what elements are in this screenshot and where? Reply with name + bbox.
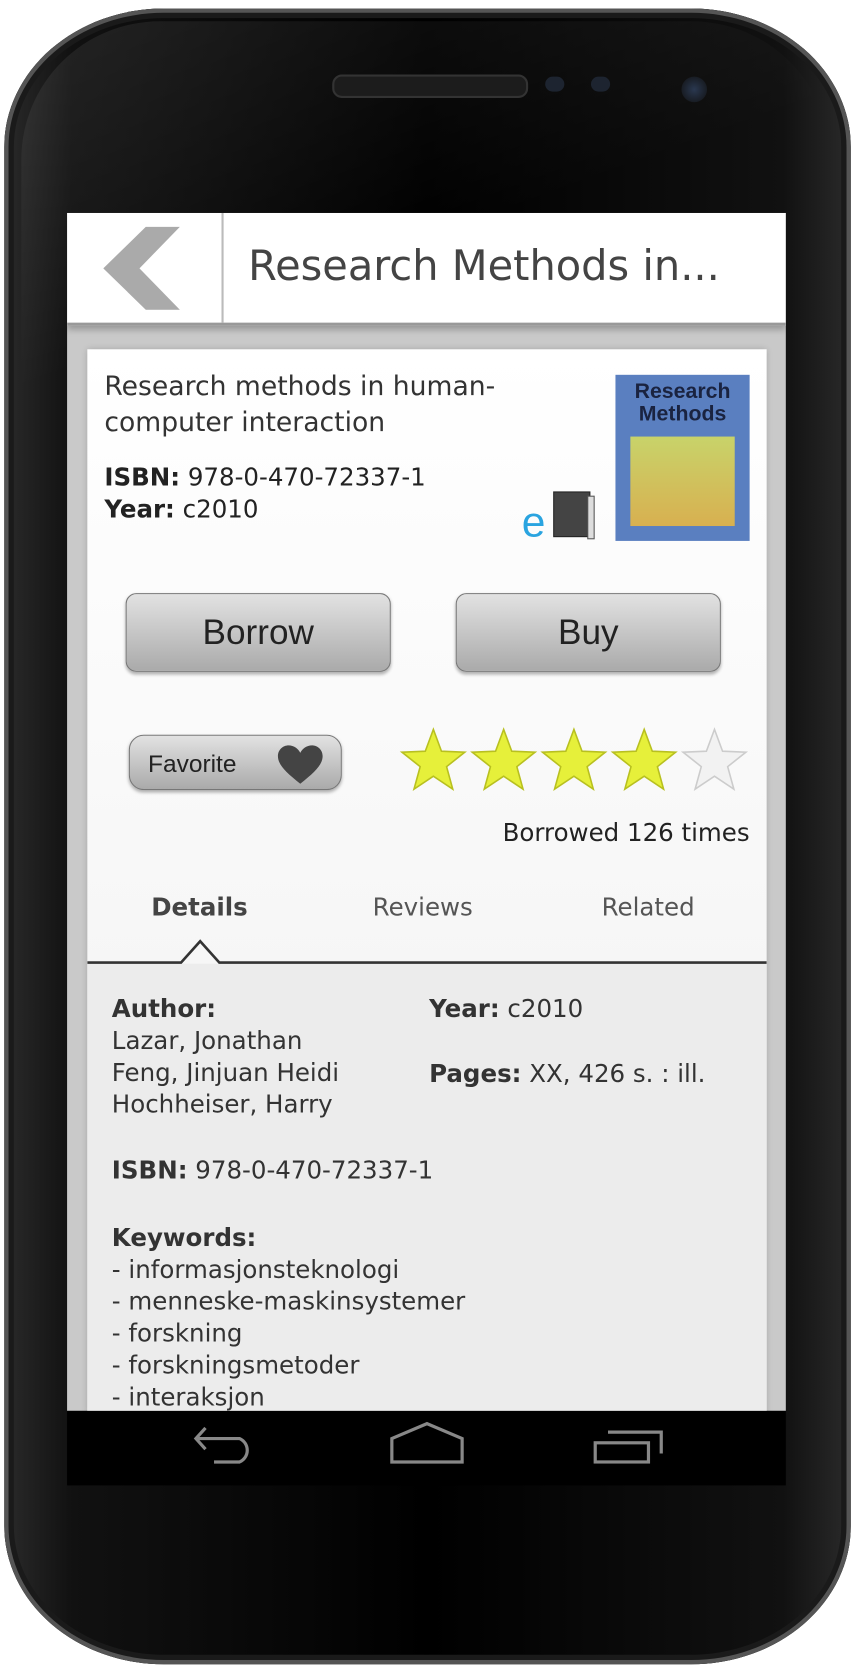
ebook-icon: e	[522, 491, 595, 541]
star-filled-icon[interactable]	[398, 726, 468, 794]
screen: Research methods in human-computer inter…	[67, 212, 786, 1411]
tab-details[interactable]: Details	[151, 894, 248, 922]
keyword[interactable]: - menneske-maskinsystemer	[112, 1286, 465, 1318]
isbn-value: 978-0-470-72337-1	[187, 464, 426, 492]
sensor	[590, 76, 611, 92]
author-section: Author: Lazar, Jonathan Feng, Jinjuan He…	[112, 993, 339, 1121]
book-title: Research methods in human-computer inter…	[104, 370, 496, 438]
speaker-grille	[332, 74, 529, 98]
isbn-label: ISBN:	[111, 1157, 188, 1186]
android-nav-bar	[67, 1410, 786, 1486]
keywords-label: Keywords:	[111, 1224, 257, 1253]
phone-mockup: Research methods in human-computer inter…	[0, 0, 855, 1672]
header-divider	[221, 212, 224, 323]
pages-label: Pages:	[429, 1060, 522, 1089]
isbn-line: ISBN: 978-0-470-72337-1	[104, 464, 425, 492]
star-filled-icon[interactable]	[539, 726, 609, 794]
svg-text:e: e	[522, 499, 546, 541]
favorite-label: Favorite	[148, 749, 237, 778]
home-icon[interactable]	[390, 1421, 465, 1465]
sensor	[545, 76, 565, 92]
keyword[interactable]: - forskningsmetoder	[112, 1350, 465, 1382]
borrow-button[interactable]: Borrow	[125, 593, 391, 672]
favorite-button[interactable]: Favorite	[128, 734, 342, 791]
author: Hochheiser, Harry	[111, 1091, 333, 1120]
star-rating[interactable]	[398, 726, 752, 794]
author-label: Author:	[111, 995, 217, 1024]
pages-detail: Pages: XX, 426 s. : ill.	[429, 1058, 705, 1090]
borrowed-count: Borrowed 126 times	[502, 819, 750, 848]
front-camera	[681, 76, 708, 103]
year-value: c2010	[182, 496, 259, 524]
star-filled-icon[interactable]	[609, 726, 679, 794]
page-title: Research Methods in...	[248, 242, 720, 291]
keyword[interactable]: - forskning	[112, 1318, 465, 1350]
chevron-left-icon[interactable]	[103, 226, 180, 310]
keyword[interactable]: - informasjonsteknologi	[112, 1254, 465, 1286]
tab-indicator	[87, 939, 767, 964]
year-label: Year:	[429, 995, 500, 1024]
tab-reviews[interactable]: Reviews	[373, 894, 473, 922]
keyword[interactable]: - interaksjon	[112, 1382, 465, 1411]
year-line: Year: c2010	[104, 496, 258, 524]
details-panel: Author: Lazar, Jonathan Feng, Jinjuan He…	[87, 963, 767, 1411]
pages-value: XX, 426 s. : ill.	[529, 1060, 706, 1089]
book-card: Research methods in human-computer inter…	[87, 349, 767, 1411]
app-header: Research Methods in...	[67, 212, 786, 326]
back-icon[interactable]	[193, 1426, 261, 1464]
buy-button[interactable]: Buy	[455, 593, 721, 672]
isbn-label: ISBN:	[104, 464, 181, 492]
year-value: c2010	[507, 995, 584, 1024]
recent-apps-icon[interactable]	[593, 1426, 663, 1464]
heart-icon	[277, 745, 323, 784]
star-filled-icon[interactable]	[469, 726, 539, 794]
author: Lazar, Jonathan	[111, 1027, 303, 1056]
book-cover[interactable]: Research Methods	[615, 374, 750, 541]
star-empty-icon[interactable]	[679, 726, 749, 794]
year-label: Year:	[104, 496, 175, 524]
cover-title: Research Methods	[634, 380, 731, 426]
cover-art	[630, 436, 735, 527]
year-detail: Year: c2010	[429, 993, 583, 1025]
isbn-detail: ISBN: 978-0-470-72337-1	[112, 1155, 433, 1187]
keywords-section: Keywords: - informasjonsteknologi - menn…	[111, 1222, 465, 1411]
author: Feng, Jinjuan Heidi	[111, 1059, 340, 1088]
isbn-value: 978-0-470-72337-1	[195, 1157, 434, 1186]
tab-related[interactable]: Related	[602, 894, 695, 922]
